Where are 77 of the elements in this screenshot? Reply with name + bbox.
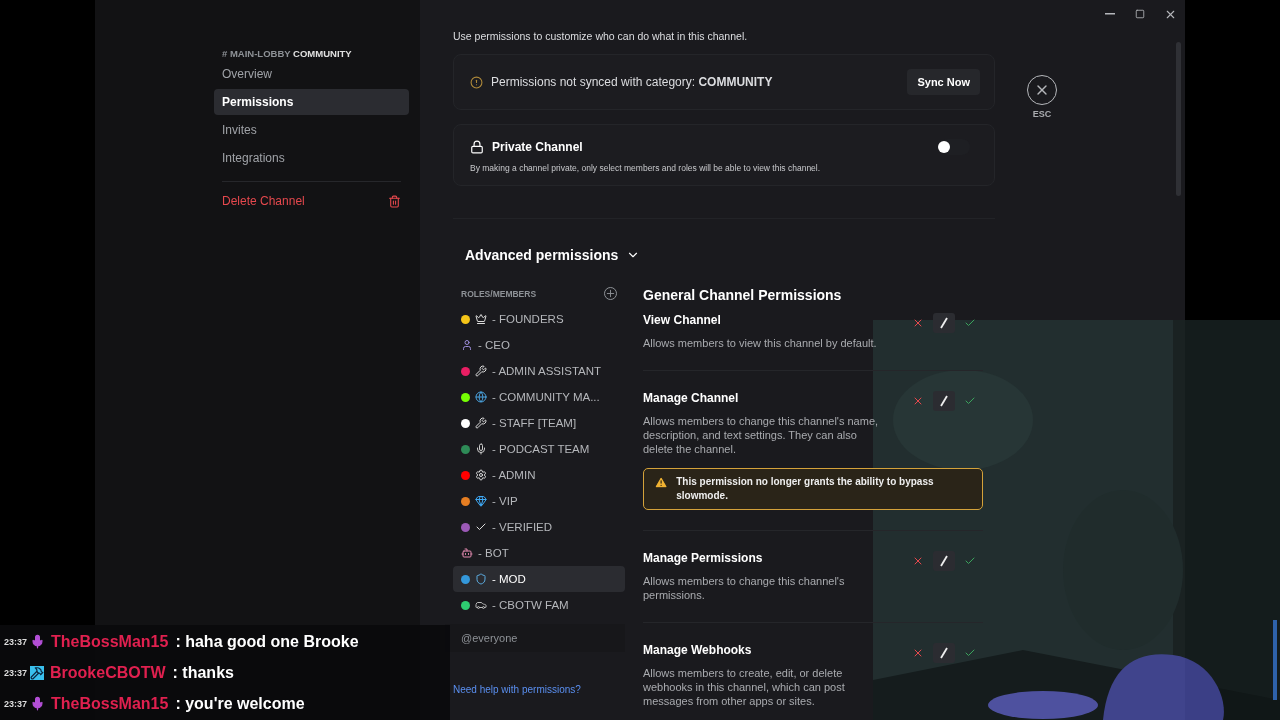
wrench-icon [475, 365, 487, 377]
role-item[interactable]: - VIP [453, 488, 625, 514]
role-item[interactable]: - BOT [453, 540, 625, 566]
chat-message: : you're welcome [175, 694, 305, 713]
mic-icon [30, 634, 46, 649]
check-icon [475, 521, 487, 533]
permission-name: Manage Permissions [643, 551, 763, 567]
role-item[interactable]: - MOD [453, 566, 625, 592]
everyone-item[interactable]: @everyone [445, 624, 625, 652]
neutral-button[interactable] [933, 551, 955, 571]
intro-text: Use permissions to customize who can do what in this channel. [453, 30, 749, 42]
role-item[interactable]: - PODCAST TEAM [453, 436, 625, 462]
sidebar-item[interactable]: Overview [214, 61, 409, 87]
chat-username: TheBossMan15 [51, 632, 169, 651]
chat-message: : haha good one Brooke [175, 632, 359, 651]
mic-icon [475, 443, 487, 455]
slash-icon [939, 647, 949, 659]
role-item[interactable]: - STAFF [TEAM] [453, 410, 625, 436]
sidebar-item[interactable]: Integrations [214, 145, 409, 171]
role-item[interactable]: - CBOTW FAM [453, 592, 625, 618]
sidebar-item[interactable]: Permissions [214, 89, 409, 115]
neutral-button[interactable] [933, 643, 955, 663]
permission-name: Manage Channel [643, 391, 739, 407]
permission-description: Allows members to change this channel's name, description, and text settings. They can also delete the channel. [643, 414, 880, 456]
warning-text: This permission no longer grants the ability to bypass slowmode. [676, 475, 935, 503]
chat-message: : thanks [172, 663, 234, 682]
neutral-button[interactable] [933, 313, 955, 333]
permission-name: View Channel [643, 313, 721, 329]
delete-channel-link[interactable]: Delete Channel [222, 194, 305, 208]
permission-description: Allows members to view this channel by default. [643, 336, 878, 350]
section-title: General Channel Permissions [643, 287, 843, 303]
role-item[interactable]: - ADMIN ASSISTANT [453, 358, 625, 384]
gear-icon [475, 469, 487, 481]
role-item[interactable]: - FOUNDERS [453, 306, 625, 332]
permission-name: Manage Webhooks [643, 643, 752, 659]
private-channel-description: By making a channel private, only select members and roles will be able to view this channel. [470, 163, 822, 173]
lock-icon [470, 140, 484, 154]
hammer-icon [30, 665, 45, 680]
neutral-button[interactable] [933, 391, 955, 411]
crown-icon [475, 313, 487, 325]
slash-icon [939, 555, 949, 567]
gem-icon [475, 495, 487, 507]
slash-icon [939, 395, 949, 407]
wrench-icon [475, 417, 487, 429]
role-item[interactable]: - VERIFIED [453, 514, 625, 540]
maximize-icon [1135, 9, 1145, 19]
trash-icon[interactable] [388, 194, 401, 208]
permission-description: Allows members to change this channel's permissions. [643, 574, 846, 602]
shield-icon [475, 573, 487, 585]
alert-icon [470, 75, 483, 89]
mic-icon [30, 696, 46, 711]
sync-notice: Permissions not synced with category: COMMUNITY [491, 75, 774, 89]
advanced-permissions-toggle[interactable]: Advanced permissions [453, 247, 653, 263]
warning-icon [654, 475, 669, 490]
slash-icon [939, 317, 949, 329]
chat-username: BrookeCBOTW [50, 663, 166, 682]
permission-description: Allows members to create, edit, or delete webhooks in this channel, which can post messages from other apps or sites. [643, 666, 846, 708]
sync-now-button[interactable]: Sync Now [907, 69, 980, 95]
message-time: 23:37 [4, 698, 28, 709]
message-time: 23:37 [4, 667, 28, 678]
help-link[interactable]: Need help with permissions? [453, 684, 625, 695]
role-item[interactable]: - COMMUNITY MA... [453, 384, 625, 410]
private-channel-title: Private Channel [492, 140, 584, 154]
chat-username: TheBossMan15 [51, 694, 169, 713]
role-item[interactable]: - CEO [453, 332, 625, 358]
globe-icon [475, 391, 487, 403]
esc-label: ESC [1032, 109, 1052, 119]
robot-icon [461, 547, 473, 559]
add-icon[interactable] [604, 287, 617, 300]
roles-header: ROLES/MEMBERS [461, 288, 537, 299]
message-time: 23:37 [4, 636, 28, 647]
person-icon [461, 339, 473, 351]
role-item[interactable]: - ADMIN [453, 462, 625, 488]
sidebar-item[interactable]: Invites [214, 117, 409, 143]
minimize-icon [1105, 13, 1115, 15]
car-icon [475, 599, 487, 611]
channel-heading: # MAIN-LOBBY COMMUNITY [221, 48, 353, 61]
